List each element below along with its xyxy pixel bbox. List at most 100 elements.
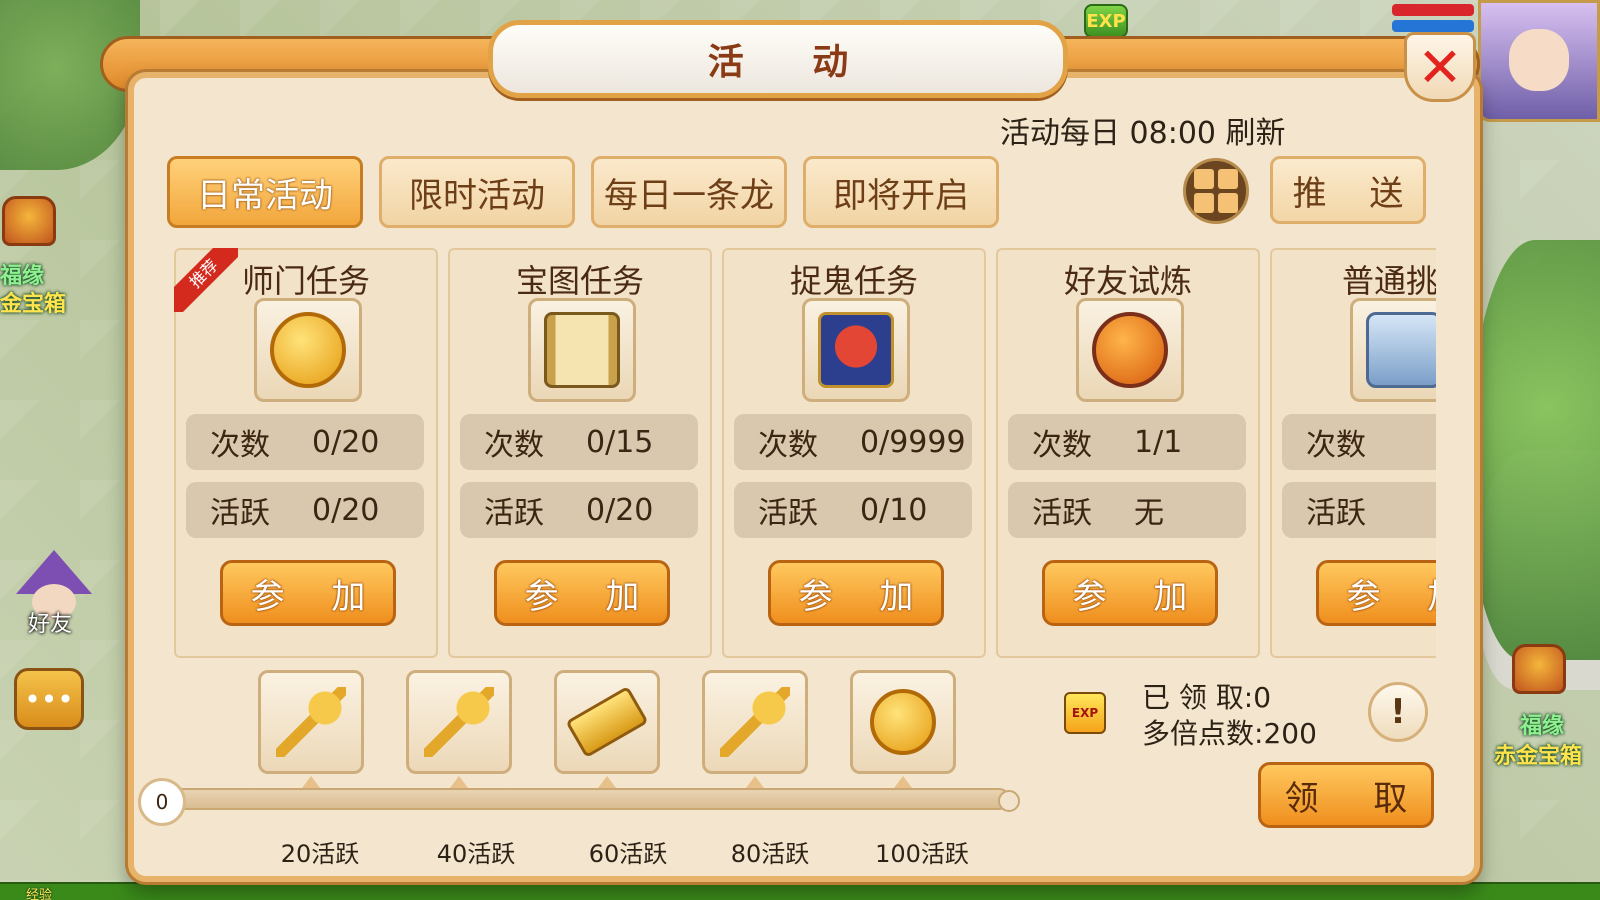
join-button[interactable]: 参 加 (220, 560, 396, 626)
player-avatar[interactable] (1478, 0, 1600, 122)
activity-name: 捉鬼任务 (789, 262, 918, 300)
friend-label: 好友 (28, 612, 73, 637)
milestone-label: 100活跃 (875, 840, 969, 868)
right-chest-label-bottom: 赤金宝箱 (1494, 744, 1583, 769)
claim-button[interactable]: 领 取 (1258, 762, 1434, 828)
activity-card: 好友试炼 次数 1/1 活跃 无 参 加 (996, 248, 1260, 658)
activity-points-row: 活跃 0/20 (186, 482, 424, 538)
activity-icon-frame[interactable] (1076, 298, 1184, 402)
count-row: 次数 0/15 (460, 414, 698, 470)
claimed-label: 已 领 取: (1142, 681, 1254, 714)
avatar-face-icon (1509, 29, 1569, 91)
activity-name: 宝图任务 (515, 262, 644, 300)
progress-start-value: 0 (138, 778, 186, 826)
coin-icon (270, 312, 346, 388)
mace-icon (1092, 312, 1168, 388)
gold-coin-icon (870, 689, 936, 755)
join-button[interactable]: 参 加 (494, 560, 670, 626)
activity-list[interactable]: 师门任务 推荐 次数 0/20 活跃 0/20 参 加 宝图任务 次数 0/15… (174, 248, 1436, 662)
exp-boost-icon: EXP (1064, 692, 1106, 734)
activity-points-value: 无 (1134, 496, 1164, 531)
ghost-mask-icon (818, 312, 894, 388)
tab-limited[interactable]: 限时活动 (379, 156, 575, 228)
multiplier-row: 多倍点数:200 (1142, 716, 1317, 752)
count-row: 次数 1/1 (1008, 414, 1246, 470)
experience-bar: 经验 (0, 882, 1600, 900)
mp-bar (1392, 20, 1474, 32)
treasure-chest-icon[interactable] (2, 196, 56, 246)
milestone-pointer (746, 776, 764, 788)
reward-item[interactable] (554, 670, 660, 774)
tree-decoration (1470, 240, 1600, 660)
activity-icon-frame[interactable] (254, 298, 362, 402)
join-button[interactable]: 参 加 (1316, 560, 1436, 626)
tab-daily[interactable]: 日常活动 (167, 156, 363, 228)
friend-button[interactable]: 好友 (6, 550, 98, 637)
count-row: 次数 0/9999 (734, 414, 972, 470)
activity-name: 好友试炼 (1063, 262, 1192, 300)
chat-button[interactable]: ••• (14, 668, 84, 730)
claimed-row: 已 领 取:0 (1142, 680, 1317, 716)
milestone-label: 40活跃 (436, 840, 516, 868)
tab-coming-soon[interactable]: 即将开启 (803, 156, 999, 228)
activity-icon-frame[interactable] (802, 298, 910, 402)
close-icon: ✕ (1417, 35, 1463, 99)
activity-points-label: 活跃 (758, 496, 818, 531)
activity-card: 捉鬼任务 次数 0/9999 活跃 0/10 参 加 (722, 248, 986, 658)
right-chest-label-top: 福缘 (1520, 714, 1565, 739)
treasure-chest-icon[interactable] (1512, 644, 1566, 694)
join-button[interactable]: 参 加 (768, 560, 944, 626)
close-button[interactable]: ✕ (1404, 32, 1476, 102)
activity-points-label: 活跃 (1032, 496, 1092, 531)
count-label: 次数 (1032, 428, 1092, 463)
activity-icon-frame[interactable] (528, 298, 636, 402)
activity-points-value: 0/20 (586, 492, 654, 528)
treasure-map-icon (544, 312, 620, 388)
count-label: 次数 (758, 428, 818, 463)
milestone-pointer (894, 776, 912, 788)
gold-key-icon (424, 687, 494, 757)
count-value: 0/15 (586, 424, 654, 460)
reward-item[interactable] (850, 670, 956, 774)
activity-icon-frame[interactable] (1350, 298, 1436, 402)
activity-points-row: 活跃 0/10 (734, 482, 972, 538)
refresh-note: 活动每日 08:00 刷新 (1000, 116, 1286, 151)
gold-bar-icon (565, 685, 649, 759)
milestone-label: 60活跃 (588, 840, 668, 868)
activity-points-label: 活跃 (210, 496, 270, 531)
chat-bubble-icon: ••• (24, 682, 74, 716)
activity-points-label: 活跃 (1306, 496, 1366, 531)
panel-title: 活 动 (707, 42, 877, 83)
push-button[interactable]: 推 送 (1270, 156, 1426, 224)
exp-badge-icon[interactable]: EXP (1084, 4, 1128, 38)
grid-menu-icon[interactable] (1183, 158, 1249, 224)
milestone-pointer (598, 776, 616, 788)
recommended-label: 推荐 (174, 248, 238, 312)
activity-card: 普通挑 次数 活跃 参 加 (1270, 248, 1436, 658)
count-row: 次数 0/20 (186, 414, 424, 470)
join-button[interactable]: 参 加 (1042, 560, 1218, 626)
milestone-pointer (450, 776, 468, 788)
activity-name: 普通挑 (1342, 262, 1436, 300)
hp-bar (1392, 4, 1474, 16)
reward-item[interactable] (406, 670, 512, 774)
activity-points-row: 活跃 无 (1008, 482, 1246, 538)
gold-key-icon (276, 687, 346, 757)
recommended-ribbon: 推荐 (174, 248, 238, 312)
experience-label: 经验 (26, 888, 53, 900)
count-value: 1/1 (1134, 424, 1183, 460)
reward-item[interactable] (258, 670, 364, 774)
gold-key-icon (720, 687, 790, 757)
milestone-pointer (302, 776, 320, 788)
claim-info: 已 领 取:0 多倍点数:200 (1142, 680, 1317, 752)
info-icon[interactable]: ! (1368, 682, 1428, 742)
count-value: 0/9999 (860, 424, 966, 460)
reward-item[interactable] (702, 670, 808, 774)
chest-icon (1366, 312, 1436, 388)
activity-points-value: 0/10 (860, 492, 928, 528)
count-row: 次数 (1282, 414, 1436, 470)
activity-card: 师门任务 推荐 次数 0/20 活跃 0/20 参 加 (174, 248, 438, 658)
tab-daily-dragon[interactable]: 每日一条龙 (591, 156, 787, 228)
count-label: 次数 (1306, 428, 1366, 463)
count-label: 次数 (210, 428, 270, 463)
